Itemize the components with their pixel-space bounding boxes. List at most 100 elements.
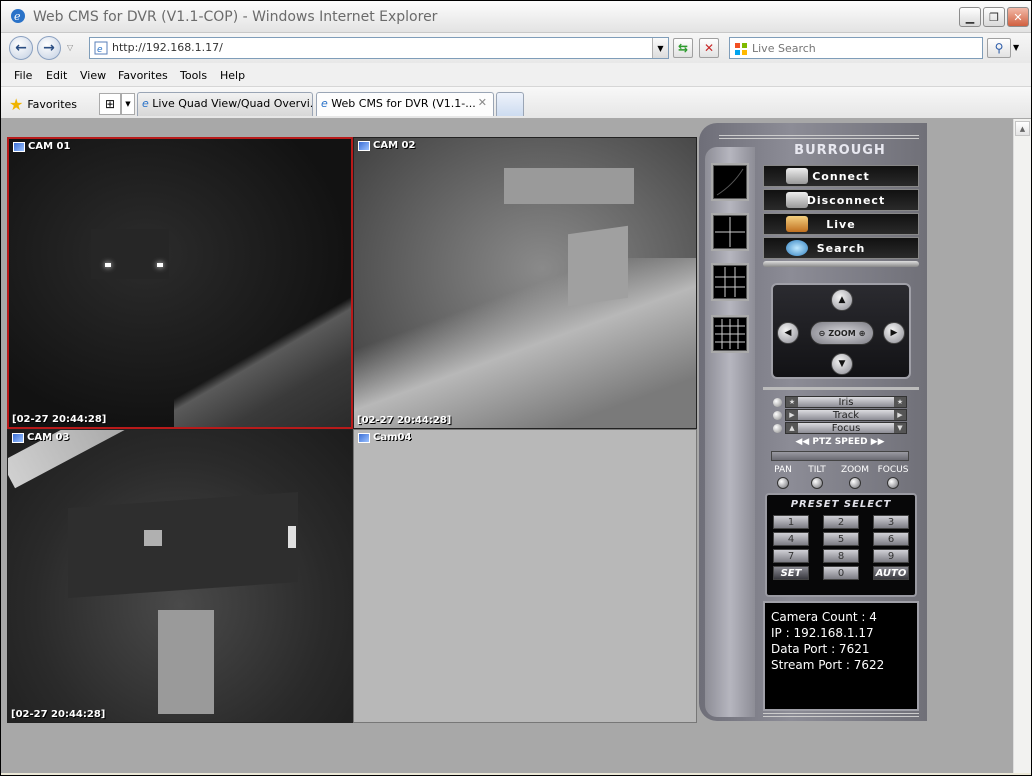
layout-2x2-button[interactable]	[711, 213, 749, 251]
connection-info: Camera Count : 4 IP : 192.168.1.17 Data …	[763, 601, 919, 711]
ptz-left-button[interactable]: ◀	[777, 322, 799, 344]
focus-far-icon[interactable]: ▼	[894, 423, 906, 433]
preset-key-8[interactable]: 8	[823, 549, 859, 563]
camera-view-3[interactable]: CAM 03 [02-27 20:44:28]	[7, 429, 353, 723]
search-box[interactable]	[729, 37, 983, 59]
menu-favorites[interactable]: Favorites	[118, 69, 168, 82]
preset-key-7[interactable]: 7	[773, 549, 809, 563]
window-title: Web CMS for DVR (V1.1-COP) - Windows Int…	[33, 9, 438, 25]
preset-key-1[interactable]: 1	[773, 515, 809, 529]
focus-control[interactable]: ▲ Focus ▼	[785, 422, 907, 434]
search-dvr-button[interactable]: Search	[763, 237, 919, 259]
menu-bar: File Edit View Favorites Tools Help	[1, 63, 1031, 87]
new-tab-button[interactable]	[496, 92, 524, 116]
preset-key-6[interactable]: 6	[873, 532, 909, 546]
minimize-icon: ▁	[965, 10, 975, 24]
preset-key-0[interactable]: 0	[823, 566, 859, 580]
tab-live-quad-view[interactable]: e Live Quad View/Quad Overvi...	[137, 92, 313, 116]
mode-zoom-button[interactable]	[849, 477, 861, 489]
favorites-bar: ★ Favorites ⊞ ▼ e Live Quad View/Quad Ov…	[1, 87, 1031, 119]
svg-text:e: e	[14, 10, 21, 23]
focus-indicator	[773, 424, 782, 433]
menu-file[interactable]: File	[14, 69, 32, 82]
ptz-down-button[interactable]: ▼	[831, 353, 853, 375]
camera-view-4[interactable]: Cam04	[353, 429, 697, 723]
vertical-scrollbar[interactable]: ▲	[1013, 119, 1031, 773]
browser-window: e Web CMS for DVR (V1.1-COP) - Windows I…	[0, 0, 1032, 776]
zoom-out-icon[interactable]: ⊖	[819, 329, 826, 338]
layout-single-icon	[716, 168, 744, 196]
preset-key-3[interactable]: 3	[873, 515, 909, 529]
preset-auto-button[interactable]: AUTO	[873, 566, 909, 580]
zoom-control[interactable]: ⊖ ZOOM ⊕	[810, 321, 874, 345]
url-text[interactable]: http://192.168.1.17/	[112, 41, 223, 54]
live-button[interactable]: Live	[763, 213, 919, 235]
layout-3x3-button[interactable]	[711, 263, 749, 301]
url-dropdown-icon[interactable]: ▼	[652, 38, 668, 58]
tab-label: Live Quad View/Quad Overvi...	[152, 97, 313, 110]
chevron-up-icon: ▲	[1019, 124, 1026, 133]
arrow-down-icon: ▼	[838, 359, 846, 369]
search-button[interactable]: ⚲	[987, 38, 1011, 58]
search-options-icon[interactable]: ▼	[1013, 43, 1019, 52]
scroll-up-button[interactable]: ▲	[1015, 121, 1030, 136]
connect-button[interactable]: Connect	[763, 165, 919, 187]
iris-minus-icon[interactable]: ★	[786, 397, 798, 407]
ptz-speed-label: ◀◀ PTZ SPEED ▶▶	[795, 437, 885, 447]
tab-list-button[interactable]: ▼	[121, 93, 135, 115]
layout-4x4-button[interactable]	[711, 315, 749, 353]
url-field[interactable]: e http://192.168.1.17/ ▼	[89, 37, 669, 59]
camera-timestamp: [02-27 20:44:28]	[11, 709, 106, 720]
ptz-right-button[interactable]: ▶	[883, 322, 905, 344]
tab-label: Web CMS for DVR (V1.1-...	[331, 97, 476, 110]
tab-close-icon[interactable]: ✕	[478, 96, 487, 109]
forward-button[interactable]: →	[37, 36, 61, 60]
camera-view-1[interactable]: CAM 01 [02-27 20:44:28]	[7, 137, 353, 429]
close-button[interactable]: ✕	[1007, 7, 1029, 27]
preset-set-button[interactable]: SET	[773, 566, 809, 580]
track-control[interactable]: ▶ Track ▶	[785, 409, 907, 421]
preset-key-9[interactable]: 9	[873, 549, 909, 563]
mode-tilt-button[interactable]	[811, 477, 823, 489]
stop-icon: ✕	[703, 41, 715, 55]
preset-keypad: PRESET SELECT 1 2 3 4 5 6 7 8 9 SET 0 AU…	[765, 493, 917, 597]
refresh-button[interactable]: ⇆	[673, 38, 693, 58]
menu-help[interactable]: Help	[220, 69, 245, 82]
stop-button[interactable]: ✕	[699, 38, 719, 58]
connect-label: Connect	[812, 169, 870, 183]
favorites-button[interactable]: ★ Favorites	[9, 95, 77, 114]
disconnect-icon	[786, 192, 808, 208]
track-right-icon[interactable]: ▶	[894, 410, 906, 420]
tab-page-icon: e	[142, 97, 149, 110]
mode-focus-button[interactable]	[887, 477, 899, 489]
live-label: Live	[826, 217, 856, 231]
menu-view[interactable]: View	[80, 69, 106, 82]
ptz-speed-slider[interactable]	[771, 451, 909, 461]
tab-web-cms[interactable]: e Web CMS for DVR (V1.1-... ✕	[316, 92, 494, 116]
disconnect-button[interactable]: Disconnect	[763, 189, 919, 211]
preset-key-4[interactable]: 4	[773, 532, 809, 546]
back-button[interactable]: ←	[9, 36, 33, 60]
restore-button[interactable]: ❐	[983, 7, 1005, 27]
tab-list-icon: ▼	[125, 100, 131, 108]
camera-label: Cam04	[358, 432, 411, 443]
ie-logo-icon: e	[11, 9, 25, 23]
refresh-icon: ⇆	[677, 41, 689, 55]
focus-near-icon[interactable]: ▲	[786, 423, 798, 433]
search-input[interactable]	[752, 40, 977, 56]
menu-tools[interactable]: Tools	[180, 69, 207, 82]
mode-pan-button[interactable]	[777, 477, 789, 489]
history-dropdown-icon[interactable]: ▽	[67, 43, 73, 52]
track-left-icon[interactable]: ▶	[786, 410, 798, 420]
preset-key-5[interactable]: 5	[823, 532, 859, 546]
camera-view-2[interactable]: CAM 02 [02-27 20:44:28]	[353, 137, 697, 429]
layout-1x1-button[interactable]	[711, 163, 749, 201]
iris-control[interactable]: ★ Iris ★	[785, 396, 907, 408]
quick-tabs-button[interactable]: ⊞	[99, 93, 121, 115]
menu-edit[interactable]: Edit	[46, 69, 67, 82]
ptz-up-button[interactable]: ▲	[831, 289, 853, 311]
zoom-in-icon[interactable]: ⊕	[859, 329, 866, 338]
minimize-button[interactable]: ▁	[959, 7, 981, 27]
iris-plus-icon[interactable]: ★	[894, 397, 906, 407]
preset-key-2[interactable]: 2	[823, 515, 859, 529]
